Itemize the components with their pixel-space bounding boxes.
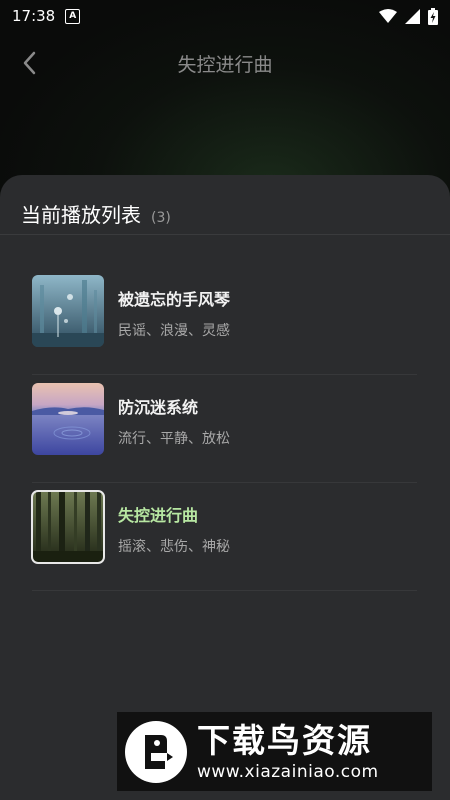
header: 失控进行曲 bbox=[0, 40, 450, 84]
track-item[interactable]: 被遗忘的手风琴 民谣、浪漫、灵感 bbox=[32, 267, 417, 375]
track-item[interactable]: 防沉迷系统 流行、平静、放松 bbox=[32, 375, 417, 483]
track-tags: 民谣、浪漫、灵感 bbox=[118, 323, 230, 339]
wifi-icon bbox=[379, 9, 397, 23]
status-bar: 17:38 A bbox=[0, 0, 450, 32]
playlist-title: 当前播放列表 bbox=[21, 203, 141, 227]
watermark-title: 下载鸟资源 bbox=[197, 720, 372, 760]
divider bbox=[0, 234, 450, 235]
watermark-url: www.xiazainiao.com bbox=[197, 761, 379, 782]
bird-logo-icon bbox=[125, 720, 187, 783]
track-cover bbox=[32, 383, 104, 455]
track-name: 被遗忘的手风琴 bbox=[118, 290, 231, 309]
playlist-header: 当前播放列表 (3) bbox=[21, 199, 171, 228]
a-icon: A bbox=[65, 8, 81, 24]
track-tags: 流行、平静、放松 bbox=[118, 431, 230, 447]
track-item-active[interactable]: 失控进行曲 摇滚、悲伤、神秘 bbox=[31, 483, 417, 591]
track-cover bbox=[31, 490, 105, 564]
signal-icon bbox=[405, 8, 420, 24]
playlist-count: (3) bbox=[151, 210, 171, 226]
playlist-sheet: 当前播放列表 (3) 被遗忘的手风琴 民谣、浪漫、灵感 防沉迷系统 流行、平静、… bbox=[0, 175, 450, 800]
track-cover bbox=[32, 275, 104, 347]
page-title: 失控进行曲 bbox=[177, 54, 273, 76]
track-list: 被遗忘的手风琴 民谣、浪漫、灵感 防沉迷系统 流行、平静、放松 失控进行曲 摇滚… bbox=[31, 267, 417, 591]
watermark: 下载鸟资源 www.xiazainiao.com bbox=[117, 712, 432, 791]
battery-charging-icon bbox=[428, 7, 438, 25]
track-name: 失控进行曲 bbox=[118, 506, 199, 525]
track-name: 防沉迷系统 bbox=[118, 398, 199, 417]
status-time: 17:38 bbox=[12, 7, 56, 25]
track-tags: 摇滚、悲伤、神秘 bbox=[118, 539, 230, 555]
